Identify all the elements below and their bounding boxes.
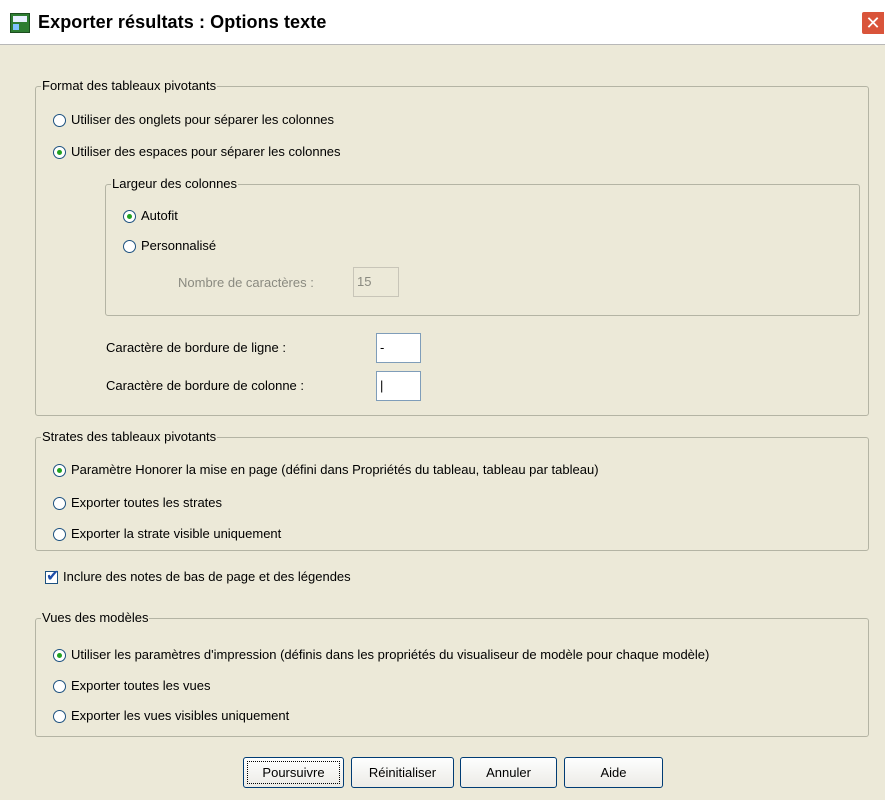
radio-honor-print-layer[interactable]: Paramètre Honorer la mise en page (défin… xyxy=(53,462,599,478)
radio-button-icon[interactable] xyxy=(123,239,136,253)
radio-spaces-separator[interactable]: Utiliser des espaces pour séparer les co… xyxy=(53,144,341,160)
radio-print-settings-label: Utiliser les paramètres d'impression (dé… xyxy=(71,647,710,662)
radio-button-checked-icon[interactable] xyxy=(53,648,66,662)
radio-button-icon[interactable] xyxy=(53,527,66,541)
window-title: Exporter résultats : Options texte xyxy=(38,12,327,32)
radio-export-visible-layer[interactable]: Exporter la strate visible uniquement xyxy=(53,526,281,542)
checkmark-icon[interactable]: ✔ xyxy=(45,568,59,584)
column-width-group: Largeur des colonnes xyxy=(105,176,860,316)
radio-tabs-separator-label: Utiliser des onglets pour séparer les co… xyxy=(71,112,335,127)
radio-export-all-views-label: Exporter toutes les vues xyxy=(71,678,211,693)
radio-custom-width-label: Personnalisé xyxy=(141,238,217,253)
radio-spaces-separator-label: Utiliser des espaces pour séparer les co… xyxy=(71,144,341,159)
footnotes-checkbox-label: Inclure des notes de bas de page et des … xyxy=(63,569,351,584)
column-width-group-title: Largeur des colonnes xyxy=(111,176,239,192)
pivot-layers-group-title: Strates des tableaux pivotants xyxy=(41,429,218,445)
radio-button-icon[interactable] xyxy=(53,679,66,693)
char-count-label: Nombre de caractères : xyxy=(178,275,314,290)
radio-autofit[interactable]: Autofit xyxy=(123,208,178,224)
footnotes-checkbox-row[interactable]: ✔ Inclure des notes de bas de page et de… xyxy=(45,568,351,585)
column-border-input[interactable]: | xyxy=(376,371,421,401)
continue-button[interactable]: Poursuivre xyxy=(243,757,344,788)
radio-tabs-separator[interactable]: Utiliser des onglets pour séparer les co… xyxy=(53,112,334,128)
radio-export-all-layers-label: Exporter toutes les strates xyxy=(71,495,223,510)
cancel-button[interactable]: Annuler xyxy=(460,757,557,788)
reset-button[interactable]: Réinitialiser xyxy=(351,757,454,788)
close-button[interactable]: ✕ xyxy=(861,11,885,35)
radio-button-checked-icon[interactable] xyxy=(53,145,66,159)
pivot-format-group-title: Format des tableaux pivotants xyxy=(41,78,218,94)
radio-autofit-label: Autofit xyxy=(141,208,178,223)
radio-button-icon[interactable] xyxy=(53,709,66,723)
radio-honor-print-layer-label: Paramètre Honorer la mise en page (défin… xyxy=(71,462,599,477)
radio-export-all-views[interactable]: Exporter toutes les vues xyxy=(53,678,210,694)
radio-button-checked-icon[interactable] xyxy=(123,209,136,223)
char-count-input[interactable]: 15 xyxy=(353,267,399,297)
help-button[interactable]: Aide xyxy=(564,757,663,788)
radio-export-visible-views[interactable]: Exporter les vues visibles uniquement xyxy=(53,708,289,724)
column-border-label: Caractère de bordure de colonne : xyxy=(106,378,305,393)
radio-export-all-layers[interactable]: Exporter toutes les strates xyxy=(53,495,222,511)
radio-export-visible-views-label: Exporter les vues visibles uniquement xyxy=(71,708,290,723)
row-border-label: Caractère de bordure de ligne : xyxy=(106,340,286,355)
radio-print-settings[interactable]: Utiliser les paramètres d'impression (dé… xyxy=(53,647,709,663)
radio-button-icon[interactable] xyxy=(53,113,66,127)
radio-export-visible-layer-label: Exporter la strate visible uniquement xyxy=(71,526,282,541)
radio-custom-width[interactable]: Personnalisé xyxy=(123,238,216,254)
model-views-group-title: Vues des modèles xyxy=(41,610,150,626)
title-bar: Exporter résultats : Options texte ✕ xyxy=(0,0,885,45)
radio-button-icon[interactable] xyxy=(53,496,66,510)
row-border-input[interactable]: - xyxy=(376,333,421,363)
application-icon xyxy=(10,13,30,33)
radio-button-checked-icon[interactable] xyxy=(53,463,66,477)
